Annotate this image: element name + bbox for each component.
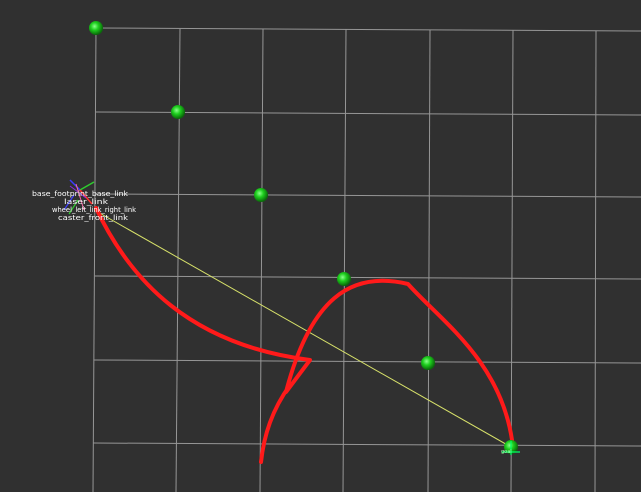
goal-label: goal xyxy=(501,449,512,455)
frame-label-caster: caster_front_link xyxy=(58,214,129,222)
frame-label-laser: laser_link xyxy=(64,198,109,206)
planned-path xyxy=(94,206,514,442)
planned-path-tail xyxy=(259,383,292,464)
robot-model[interactable]: base_footprint_base_link laser_link whee… xyxy=(32,179,137,222)
ground-grid xyxy=(92,27,641,492)
waypoint-4[interactable] xyxy=(337,272,351,286)
goal-line xyxy=(95,210,512,448)
waypoint-5[interactable] xyxy=(421,356,435,370)
scene-canvas[interactable]: goal base_footprint_base_link laser_link… xyxy=(0,0,641,492)
waypoint-3[interactable] xyxy=(254,188,268,202)
frame-label-base: base_footprint_base_link xyxy=(32,190,129,198)
frame-label-wheels: wheel_left_link_right_link xyxy=(52,206,137,214)
waypoint-2[interactable] xyxy=(171,105,185,119)
robot-frame-labels: base_footprint_base_link laser_link whee… xyxy=(32,190,137,222)
waypoint-1[interactable] xyxy=(89,21,103,35)
3d-viewport[interactable]: goal base_footprint_base_link laser_link… xyxy=(0,0,641,492)
